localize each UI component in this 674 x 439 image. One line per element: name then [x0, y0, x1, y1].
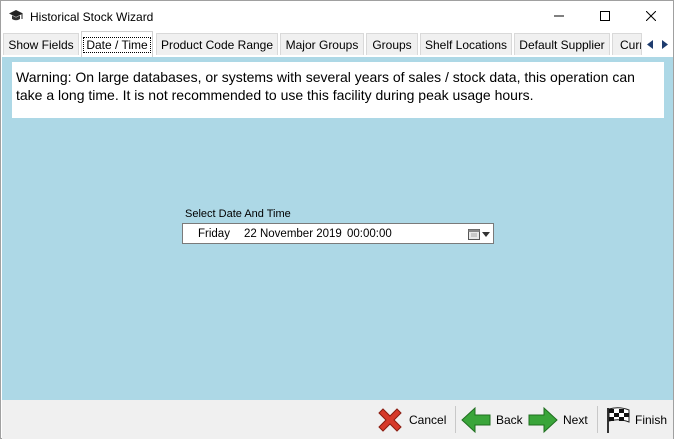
- button-separator: [597, 406, 598, 433]
- tab-label: Date / Time: [83, 36, 151, 53]
- maximize-button[interactable]: [582, 1, 628, 31]
- chevron-down-icon: [482, 231, 490, 237]
- tab-label: Curr: [620, 37, 642, 52]
- tab-label: Show Fields: [8, 37, 74, 52]
- warning-message: Warning: On large databases, or systems …: [12, 62, 664, 118]
- date-picker-day[interactable]: Friday: [198, 228, 230, 240]
- date-time-panel: Warning: On large databases, or systems …: [2, 57, 673, 400]
- finish-label: Finish: [635, 413, 668, 427]
- next-button[interactable]: Next: [527, 404, 588, 436]
- tab-label: Major Groups: [285, 37, 359, 52]
- wizard-window: Historical Stock Wizard Show Fields Date…: [0, 0, 674, 439]
- tab-scroll-right-button[interactable]: [658, 36, 672, 52]
- date-picker-date[interactable]: 22 November 2019: [244, 228, 342, 240]
- button-separator: [455, 406, 456, 433]
- wizard-button-bar: Cancel Back Next Finish: [2, 400, 673, 439]
- window-title: Historical Stock Wizard: [30, 10, 154, 24]
- checkered-flag-icon: [607, 407, 630, 433]
- back-button[interactable]: Back: [460, 404, 523, 436]
- triangle-right-icon: [662, 39, 668, 49]
- back-label: Back: [496, 413, 523, 427]
- maximize-icon: [600, 11, 610, 21]
- tab-label: Product Code Range: [160, 37, 274, 52]
- tab-default-supplier[interactable]: Default Supplier: [514, 33, 610, 55]
- tab-groups[interactable]: Groups: [366, 33, 418, 55]
- tab-strip: Show Fields Date / Time Product Code Ran…: [1, 31, 673, 57]
- tab-label: Shelf Locations: [424, 37, 508, 52]
- tab-label: Default Supplier: [519, 37, 605, 52]
- finish-button[interactable]: Finish: [605, 404, 667, 436]
- graduation-cap-icon: [9, 10, 23, 21]
- tab-currency[interactable]: Curr: [612, 33, 642, 55]
- date-time-picker[interactable]: Friday 22 November 2019 00:00:00: [182, 223, 494, 244]
- minimize-button[interactable]: [536, 1, 582, 31]
- tab-shelf-locations[interactable]: Shelf Locations: [420, 33, 512, 55]
- close-icon: [646, 11, 656, 21]
- cancel-x-icon: [378, 408, 402, 432]
- date-picker-label: Select Date And Time: [185, 208, 291, 220]
- close-button[interactable]: [628, 1, 674, 31]
- triangle-left-icon: [647, 39, 653, 49]
- next-label: Next: [563, 413, 588, 427]
- tab-product-code-range[interactable]: Product Code Range: [156, 33, 278, 55]
- cancel-label: Cancel: [409, 413, 447, 427]
- date-picker-time[interactable]: 00:00:00: [347, 228, 392, 240]
- tab-date-time[interactable]: Date / Time: [81, 31, 153, 57]
- tab-major-groups[interactable]: Major Groups: [280, 33, 364, 55]
- arrow-left-icon: [461, 406, 491, 434]
- calendar-icon: [468, 229, 480, 240]
- minimize-icon: [554, 15, 564, 17]
- tab-show-fields[interactable]: Show Fields: [3, 33, 79, 55]
- cancel-button[interactable]: Cancel: [375, 404, 446, 436]
- title-bar: Historical Stock Wizard: [1, 1, 673, 31]
- arrow-right-icon: [528, 406, 558, 434]
- tab-label: Groups: [372, 37, 412, 52]
- calendar-dropdown-button[interactable]: [466, 226, 492, 242]
- tab-scroll-left-button[interactable]: [643, 36, 657, 52]
